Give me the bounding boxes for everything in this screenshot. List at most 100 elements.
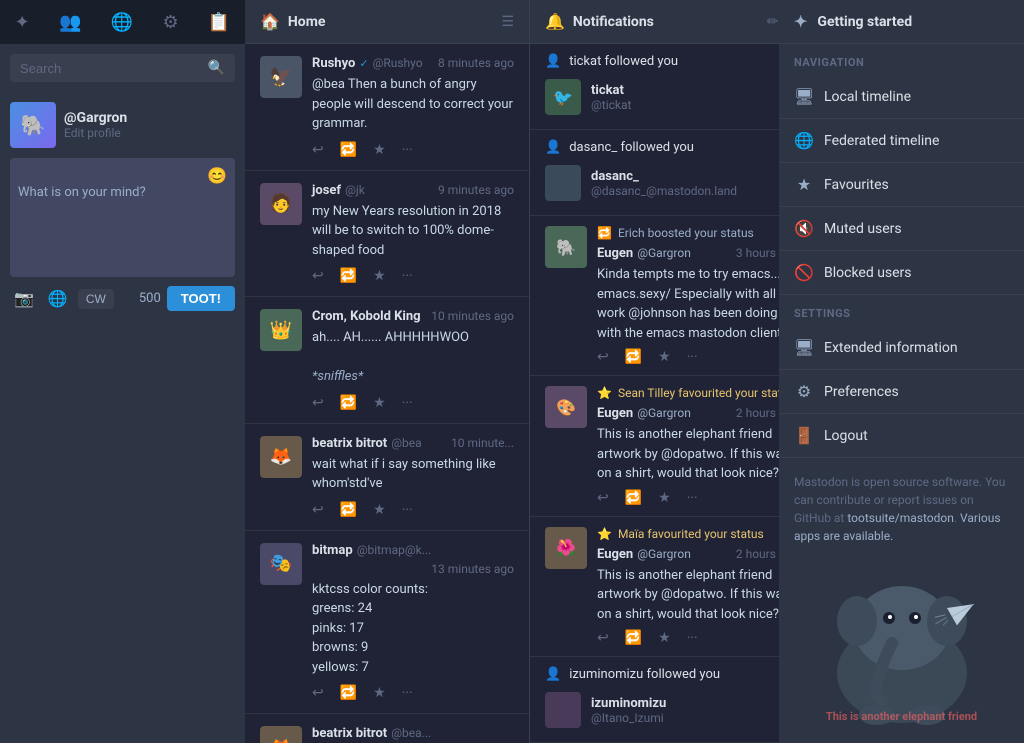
getting-started-label: Getting started [817, 14, 912, 30]
reply-icon[interactable]: ↩ [312, 268, 324, 284]
fav-icon[interactable]: ★ [373, 685, 386, 701]
edit-profile-link[interactable]: Edit profile [64, 126, 235, 140]
boost-icon[interactable]: 🔁 [340, 142, 357, 158]
reply-icon[interactable]: ↩ [312, 685, 324, 701]
notif-user-info: dasanc_ @dasanc_@mastodon.land [591, 169, 779, 198]
reply-icon[interactable]: ↩ [597, 490, 609, 506]
notif-header: 👤 dasanc_ followed you [545, 140, 779, 155]
notif-post-time: 2 hours ago [736, 547, 779, 561]
boost-icon[interactable]: 🔁 [625, 630, 642, 646]
fav-icon[interactable]: ★ [373, 502, 386, 518]
notif-post-body: ⭐ Sean Tilley favourited your status Eug… [597, 386, 779, 506]
more-icon[interactable]: ··· [402, 395, 413, 411]
sidebar-item-logout[interactable]: 🚪 Logout [779, 414, 1024, 458]
notif-username: izuminomizu [591, 696, 779, 711]
fav-icon[interactable]: ★ [658, 630, 671, 646]
profile-name: @Gargron [64, 110, 235, 126]
emoji-picker-icon[interactable]: 😊 [207, 166, 227, 185]
notifications-filter-icon[interactable]: ✏ [767, 14, 779, 30]
notifications-column-header: 🔔 Notifications ✏ ☰ [530, 0, 779, 44]
fav-icon[interactable]: ★ [658, 349, 671, 365]
sidebar-item-local-timeline[interactable]: 🖥 Local timeline [779, 75, 1024, 119]
home-column-header: 🏠 Home ☰ [245, 0, 529, 44]
toot-button[interactable]: TOOT! [167, 286, 235, 311]
nav-icon-list[interactable]: 📋 [200, 8, 238, 37]
search-input[interactable] [20, 61, 208, 76]
boost-icon[interactable]: 🔁 [340, 395, 357, 411]
more-icon[interactable]: ··· [687, 630, 698, 646]
getting-started-item[interactable]: ✦ Getting started [779, 0, 1024, 44]
fav-icon[interactable]: ★ [373, 142, 386, 158]
list-item: 🌺 ⭐ Maïa favourited your status Eugen @G… [530, 517, 779, 658]
block-icon: 🚫 [794, 263, 814, 282]
search-bar[interactable]: 🔍 [10, 54, 235, 82]
boost-icon[interactable]: 🔁 [340, 685, 357, 701]
settings-section-label: SETTINGS [779, 295, 1024, 326]
sidebar-item-favourites[interactable]: ★ Favourites [779, 163, 1024, 207]
cw-button[interactable]: CW [78, 289, 114, 309]
boost-icon[interactable]: 🔁 [625, 349, 642, 365]
reply-icon[interactable]: ↩ [597, 349, 609, 365]
notif-post-text: Kinda tempts me to try emacs... emacs.se… [597, 265, 779, 343]
columns: 🏠 Home ☰ 🦅 Rushyo ✓ @Rushyo 8 minutes ag… [245, 0, 779, 743]
more-icon[interactable]: ··· [402, 502, 413, 518]
notif-post-body: ⭐ Maïa favourited your status Eugen @Gar… [597, 527, 779, 647]
notif-handle: @Itano_Izumi [591, 711, 779, 725]
avatar[interactable]: 🐘 [10, 102, 56, 148]
compose-textarea[interactable] [18, 185, 227, 265]
sidebar-item-federated-timeline[interactable]: 🌐 Federated timeline [779, 119, 1024, 163]
post-name: bitmap [312, 543, 353, 558]
more-icon[interactable]: ··· [687, 490, 698, 506]
reply-icon[interactable]: ↩ [312, 395, 324, 411]
post-name: Rushyo [312, 56, 355, 71]
boost-icon[interactable]: 🔁 [625, 490, 642, 506]
notif-post-time: 3 hours ago [736, 246, 779, 260]
more-icon[interactable]: ··· [402, 268, 413, 284]
notif-text: izuminomizu followed you [569, 667, 720, 682]
boost-icon[interactable]: 🔁 [340, 502, 357, 518]
avatar: 🐦 [545, 79, 581, 115]
camera-icon[interactable]: 📷 [10, 285, 38, 312]
sidebar-item-label: Extended information [824, 340, 1009, 356]
post-actions: ↩ 🔁 ★ ··· [312, 268, 514, 284]
home-column-title: Home [288, 14, 502, 30]
globe-icon[interactable]: 🌐 [44, 285, 72, 312]
reply-icon[interactable]: ↩ [597, 630, 609, 646]
sidebar-item-muted-users[interactable]: 🔇 Muted users [779, 207, 1024, 251]
sidebar-item-extended-information[interactable]: 🖥 Extended information [779, 326, 1024, 370]
fav-icon[interactable]: ★ [373, 268, 386, 284]
notif-text: tickat followed you [569, 54, 678, 69]
more-icon[interactable]: ··· [402, 685, 413, 701]
nav-icon-users[interactable]: 👥 [51, 8, 89, 37]
notifications-column-scroll[interactable]: 👤 tickat followed you 🐦 tickat @tickat 👤… [530, 44, 779, 743]
boost-icon[interactable]: 🔁 [340, 268, 357, 284]
post-time: 8 minutes ago [438, 56, 514, 70]
footer-link-tootsuite[interactable]: tootsuite/mastodon [847, 511, 954, 525]
nav-icon-settings[interactable]: ⚙ [154, 8, 186, 37]
home-column-settings-icon[interactable]: ☰ [501, 14, 514, 30]
more-icon[interactable]: ··· [402, 142, 413, 158]
post-content: bitmap @bitmap@k... 13 minutes ago kktcs… [312, 543, 514, 702]
post-name: beatrix bitrot [312, 436, 387, 451]
elephant-area: This is another elephant friend [779, 560, 1024, 743]
nav-icon-globe[interactable]: 🌐 [103, 8, 141, 37]
fav-icon[interactable]: ★ [373, 395, 386, 411]
fav-icon[interactable]: ★ [658, 490, 671, 506]
sidebar-item-blocked-users[interactable]: 🚫 Blocked users [779, 251, 1024, 295]
post-actions: ↩ 🔁 ★ ··· [312, 395, 514, 411]
post-actions: ↩ 🔁 ★ ··· [597, 490, 779, 506]
fav-text: Sean Tilley favourited your status [618, 386, 779, 400]
home-column: 🏠 Home ☰ 🦅 Rushyo ✓ @Rushyo 8 minutes ag… [245, 0, 530, 743]
sidebar-item-preferences[interactable]: ⚙ Preferences [779, 370, 1024, 414]
home-column-scroll[interactable]: 🦅 Rushyo ✓ @Rushyo 8 minutes ago @bea Th… [245, 44, 529, 743]
sidebar-item-label: Federated timeline [824, 133, 1009, 149]
notif-post-name: Eugen [597, 406, 633, 421]
reply-icon[interactable]: ↩ [312, 502, 324, 518]
reply-icon[interactable]: ↩ [312, 142, 324, 158]
sidebar-item-label: Blocked users [824, 265, 1009, 281]
avatar: 🎭 [260, 543, 302, 585]
more-icon[interactable]: ··· [687, 349, 698, 365]
home-icon: 🏠 [260, 12, 280, 31]
nav-icon-sparkle[interactable]: ✦ [7, 8, 38, 37]
avatar: 🦊 [260, 436, 302, 478]
